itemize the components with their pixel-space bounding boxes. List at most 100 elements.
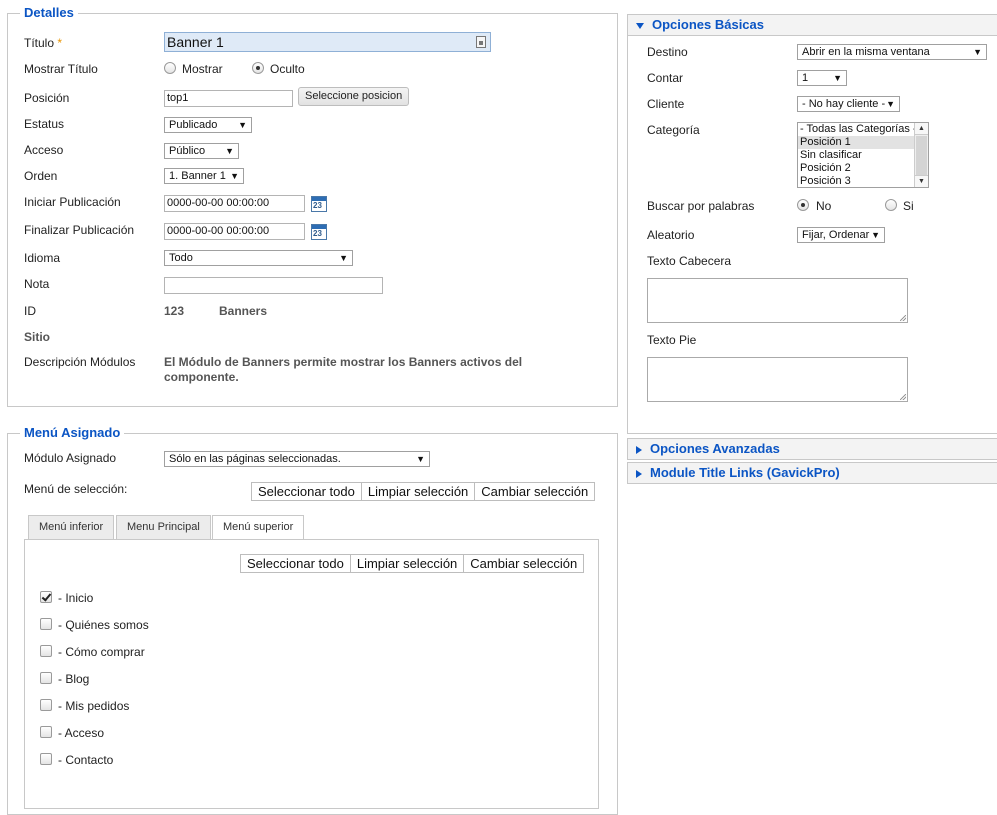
footer-text-textarea[interactable] <box>647 357 908 402</box>
client-label: Cliente <box>647 97 685 111</box>
category-listbox[interactable]: - Todas las Categorías - Posición 1 Sin … <box>797 122 929 188</box>
category-option[interactable]: Posición 1 <box>798 136 928 149</box>
keyword-no-label: No <box>816 199 832 213</box>
details-legend: Detalles <box>20 6 78 20</box>
status-select-value: Publicado <box>169 119 218 131</box>
keyword-no-radio[interactable] <box>797 199 809 211</box>
order-select-value: 1. Banner 1 <box>169 170 226 182</box>
publish-end-input[interactable]: 0000-00-00 00:00:00 <box>164 223 305 240</box>
scroll-up-icon[interactable]: ▲ <box>915 123 928 135</box>
tab-menu-superior[interactable]: Menú superior <box>212 515 305 540</box>
target-select[interactable]: Abrir en la misma ventana ▼ <box>797 44 987 60</box>
expand-arrow-icon <box>636 445 642 454</box>
note-input[interactable] <box>164 277 383 294</box>
count-select-value: 1 <box>802 72 809 84</box>
position-input[interactable]: top1 <box>164 90 293 107</box>
hide-title-radio[interactable] <box>252 62 264 74</box>
menu-assignment-legend: Menú Asignado <box>20 426 125 440</box>
random-label: Aleatorio <box>647 228 695 242</box>
target-label: Destino <box>647 45 688 59</box>
category-option[interactable]: - Todas las Categorías - <box>798 123 928 136</box>
client-select[interactable]: - No hay cliente - ▼ <box>797 96 900 112</box>
dropdown-arrow-icon: ▼ <box>833 73 842 83</box>
tab-menu-principal[interactable]: Menu Principal <box>116 515 211 539</box>
dropdown-arrow-icon: ▼ <box>230 171 239 181</box>
menu-item-checkbox-blog[interactable] <box>40 672 52 684</box>
category-option[interactable]: Posición 3 <box>798 175 928 187</box>
gavick-title-links-header[interactable]: Module Title Links (GavickPro) <box>627 462 997 484</box>
language-label: Idioma <box>24 251 61 265</box>
tab-toggle-selection-button[interactable]: Cambiar selección <box>463 554 585 573</box>
module-assignment-select[interactable]: Sólo en las páginas seleccionadas. ▼ <box>164 451 430 467</box>
footer-text-label: Texto Pie <box>647 333 697 347</box>
status-select[interactable]: Publicado ▼ <box>164 117 252 133</box>
dropdown-arrow-icon: ▼ <box>416 454 425 464</box>
count-select[interactable]: 1 ▼ <box>797 70 847 86</box>
tab-menu-inferior[interactable]: Menú inferior <box>28 515 115 539</box>
gavick-title-links-title: Module Title Links (GavickPro) <box>650 465 840 480</box>
dropdown-arrow-icon: ▼ <box>886 99 895 109</box>
dropdown-arrow-icon: ▼ <box>339 253 348 263</box>
count-label: Contar <box>647 71 684 85</box>
menu-item-checkbox-contacto[interactable] <box>40 753 52 765</box>
menu-selection-label: Menú de selección: <box>24 482 128 496</box>
tab-select-all-button[interactable]: Seleccionar todo <box>240 554 351 573</box>
random-select[interactable]: Fijar, Ordenar ▼ <box>797 227 885 243</box>
menu-item-checkbox-como-comprar[interactable] <box>40 645 52 657</box>
module-description-label: Descripción Módulos <box>24 355 136 369</box>
category-scrollbar[interactable]: ▲ ▼ <box>914 123 928 187</box>
publish-start-label: Iniciar Publicación <box>24 195 121 209</box>
basic-options-header[interactable]: Opciones Básicas <box>627 14 997 36</box>
order-select[interactable]: 1. Banner 1 ▼ <box>164 168 244 184</box>
show-title-radio[interactable] <box>164 62 176 74</box>
publish-start-input[interactable]: 0000-00-00 00:00:00 <box>164 195 305 212</box>
menu-item-checkbox-inicio[interactable] <box>40 591 52 603</box>
select-position-button[interactable]: Seleccione posicion <box>298 87 410 106</box>
menu-item-label: - Contacto <box>58 753 114 767</box>
category-option[interactable]: Posición 2 <box>798 162 928 175</box>
title-input[interactable]: Banner 1 <box>164 32 491 52</box>
menu-item-checkbox-acceso[interactable] <box>40 726 52 738</box>
tab-button-group: Seleccionar todo Limpiar selección Cambi… <box>240 554 585 573</box>
client-select-value: - No hay cliente - <box>802 98 886 110</box>
calendar-icon[interactable]: 23 <box>311 196 327 212</box>
access-label: Acceso <box>24 143 64 157</box>
position-label: Posición <box>24 91 70 105</box>
calendar-day: 23 <box>313 201 322 210</box>
category-option[interactable]: Sin clasificar <box>798 149 928 162</box>
menu-item-label: - Blog <box>58 672 90 686</box>
menu-item-label: - Inicio <box>58 591 94 605</box>
id-value: 123 <box>164 304 185 318</box>
keyword-yes-radio[interactable] <box>885 199 897 211</box>
language-select[interactable]: Todo ▼ <box>164 250 353 266</box>
id-label: ID <box>24 304 36 318</box>
publish-end-label: Finalizar Publicación <box>24 223 135 237</box>
order-label: Orden <box>24 169 58 183</box>
site-label: Sitio <box>24 330 50 344</box>
tab-panel <box>24 539 599 809</box>
header-text-textarea[interactable] <box>647 278 908 323</box>
contact-card-icon[interactable] <box>476 36 486 48</box>
tab-clear-selection-button[interactable]: Limpiar selección <box>349 554 465 573</box>
dropdown-arrow-icon: ▼ <box>238 120 247 130</box>
clear-selection-button[interactable]: Limpiar selección <box>360 482 476 501</box>
menu-item-label: - Quiénes somos <box>58 618 149 632</box>
toggle-selection-button[interactable]: Cambiar selección <box>474 482 596 501</box>
title-input-value: Banner 1 <box>167 34 224 50</box>
random-select-value: Fijar, Ordenar <box>802 229 870 241</box>
advanced-options-header[interactable]: Opciones Avanzadas <box>627 438 997 460</box>
hide-title-option-label: Oculto <box>270 62 305 76</box>
module-description-line1: El Módulo de Banners permite mostrar los… <box>164 355 523 369</box>
dropdown-arrow-icon: ▼ <box>871 230 880 240</box>
scroll-down-icon[interactable]: ▼ <box>915 175 928 187</box>
menu-item-label: - Acceso <box>58 726 105 740</box>
calendar-icon[interactable]: 23 <box>311 224 327 240</box>
select-all-button[interactable]: Seleccionar todo <box>251 482 362 501</box>
advanced-options-title: Opciones Avanzadas <box>650 441 780 456</box>
note-label: Nota <box>24 277 50 291</box>
menu-item-checkbox-quienes-somos[interactable] <box>40 618 52 630</box>
access-select[interactable]: Público ▼ <box>164 143 239 159</box>
basic-options-title: Opciones Básicas <box>652 17 764 32</box>
status-label: Estatus <box>24 117 65 131</box>
menu-item-checkbox-mis-pedidos[interactable] <box>40 699 52 711</box>
